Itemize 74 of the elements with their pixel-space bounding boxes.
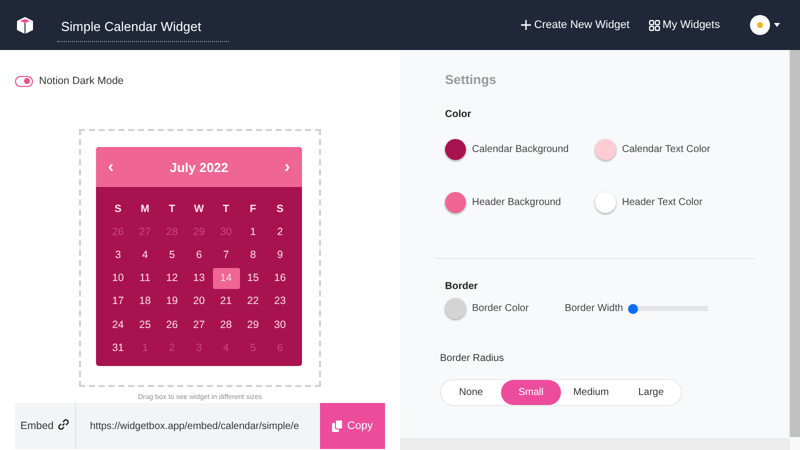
vertical-scrollbar[interactable] [789, 50, 800, 437]
radius-option[interactable]: Medium [561, 380, 621, 405]
my-widgets-link[interactable]: My Widgets [648, 19, 720, 31]
slider-thumb[interactable] [628, 304, 638, 314]
create-widget-link[interactable]: Create New Widget [521, 19, 630, 31]
day-cell[interactable]: 29 [240, 312, 266, 336]
day-cell[interactable]: 23 [266, 290, 294, 313]
day-cell[interactable]: 3 [104, 243, 132, 267]
radius-option[interactable]: None [441, 380, 501, 405]
widget-title-field[interactable]: Simple Calendar Widget [57, 12, 229, 42]
toggle-label: Notion Dark Mode [39, 75, 124, 87]
day-cell[interactable]: 6 [186, 243, 212, 267]
avatar-menu[interactable] [750, 15, 780, 35]
color-label: Header Background [472, 197, 561, 208]
section-heading: Border Radius [440, 353, 505, 364]
color-swatch[interactable] [445, 192, 466, 213]
color-swatch[interactable] [445, 298, 466, 319]
day-cell[interactable]: 13 [186, 266, 212, 290]
day-cell[interactable]: 4 [132, 243, 158, 267]
day-cell[interactable]: 19 [158, 290, 186, 313]
section-heading: Color [445, 109, 472, 120]
color-swatch[interactable] [595, 192, 616, 213]
color-label: Header Text Color [622, 197, 702, 208]
settings-heading: Settings [445, 72, 498, 87]
day-cell[interactable]: 28 [212, 312, 240, 336]
horizontal-scrollbar[interactable] [400, 438, 790, 450]
grid-icon [648, 20, 660, 30]
day-cell[interactable]: 22 [240, 290, 266, 313]
section-heading: Border [445, 281, 479, 292]
weekday-label: S [113, 202, 122, 217]
weekday-label: S [275, 202, 284, 217]
day-cell[interactable]: 20 [186, 290, 212, 313]
day-cell[interactable]: 30 [266, 312, 294, 336]
weekday-label: M [140, 202, 150, 217]
copy-button[interactable]: Copy [320, 403, 385, 449]
month-title: July 2022 [170, 160, 228, 174]
weekday-label: F [248, 202, 258, 217]
color-label: Calendar Background [472, 144, 569, 155]
day-cell[interactable]: 10 [104, 266, 132, 290]
day-cell[interactable]: 24 [104, 312, 132, 336]
weekday-label: T [168, 202, 176, 217]
day-cell[interactable]: 31 [104, 336, 132, 360]
weekday-label: W [193, 202, 205, 217]
color-label: Calendar Text Color [622, 144, 710, 155]
copy-icon [332, 420, 344, 432]
day-cell[interactable]: 2 [266, 220, 294, 244]
day-cell[interactable]: 1 [240, 220, 266, 244]
day-cell[interactable]: 16 [266, 266, 294, 290]
day-cell[interactable]: 17 [104, 290, 132, 313]
day-cell[interactable]: 21 [212, 290, 240, 313]
weekday-label: T [222, 202, 230, 217]
day-cell[interactable]: 15 [240, 266, 266, 290]
box-logo-icon [14, 14, 36, 36]
color-swatch[interactable] [595, 139, 616, 160]
day-cell[interactable]: 27 [186, 312, 212, 336]
toggle-switch[interactable] [15, 76, 33, 86]
day-cell[interactable]: 5 [158, 243, 186, 267]
embed-url-field[interactable]: https://widgetbox.app/embed/calendar/simple/e [76, 403, 320, 449]
slider-track[interactable] [628, 304, 708, 314]
day-cell[interactable]: 25 [132, 312, 158, 336]
embed-label: Embed [15, 403, 76, 449]
color-swatch[interactable] [445, 139, 466, 160]
day-cell[interactable]: 18 [132, 290, 158, 313]
day-cell[interactable]: 11 [132, 266, 158, 290]
day-cell[interactable]: 26 [158, 312, 186, 336]
day-cell[interactable]: 7 [212, 243, 240, 267]
color-label: Border Color [472, 303, 529, 314]
day-cell[interactable]: 9 [266, 243, 294, 267]
slider-label: Border Width [564, 303, 624, 314]
radius-option[interactable]: Small [501, 380, 561, 405]
day-cell[interactable]: 8 [240, 243, 266, 267]
radius-option[interactable]: Large [621, 380, 681, 405]
day-cell[interactable]: 12 [158, 266, 186, 290]
plus-icon [521, 20, 532, 30]
